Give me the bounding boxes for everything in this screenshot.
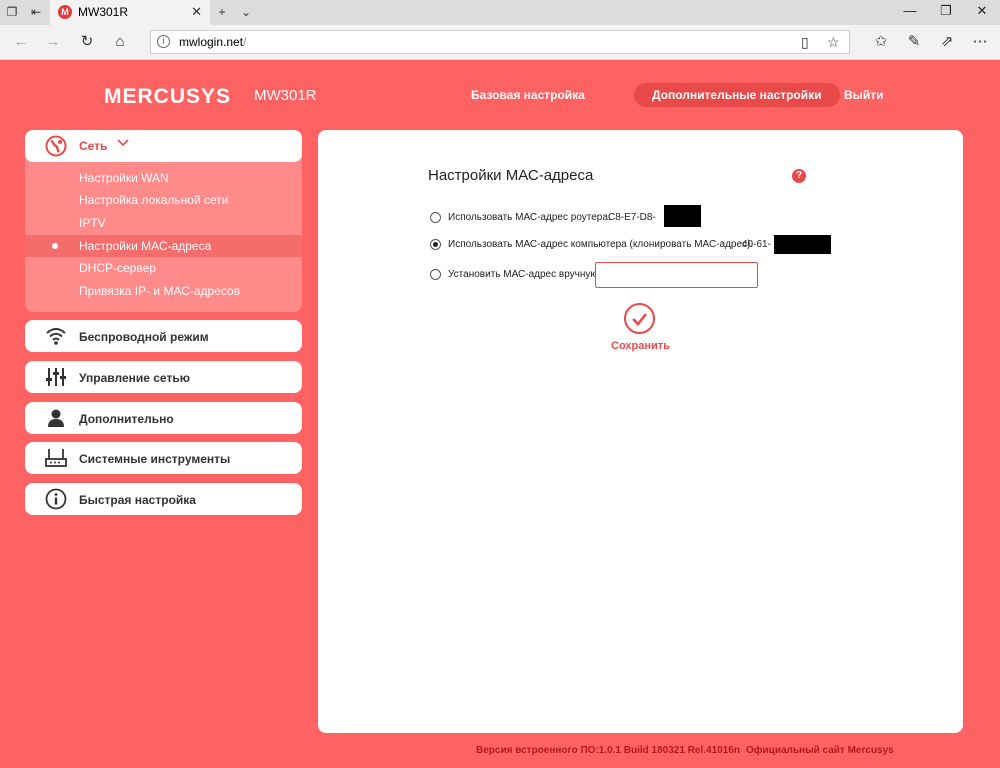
option-router-mac-label: Использовать МАС-адрес роутера: (448, 212, 611, 223)
sidebar-advanced-label: Дополнительно (79, 412, 174, 426)
reading-view-icon[interactable]: ▯ (801, 34, 809, 51)
sidebar-item-advanced[interactable]: Дополнительно (25, 402, 302, 434)
nav-basic-settings[interactable]: Базовая настройка (453, 83, 603, 107)
router-header: MERCUSYS MW301R Базовая настройка Дополн… (0, 60, 1000, 130)
official-site-link[interactable]: Официальный сайт Mercusys (746, 745, 894, 756)
radio-computer-mac[interactable] (430, 239, 441, 250)
sidebar-item-network-control[interactable]: Управление сетью (25, 361, 302, 393)
manual-mac-input[interactable] (595, 262, 758, 288)
user-icon (48, 409, 64, 427)
url-text[interactable]: mwlogin.net/ (179, 35, 246, 49)
forward-icon[interactable]: → (44, 33, 62, 51)
router-mac-value: C8-E7-D8- (608, 212, 656, 223)
sidebar-network-group: Сеть Настройки WAN Настройка локальной с… (25, 130, 302, 312)
save-button[interactable] (624, 303, 655, 334)
sidebar-network-label: Сеть (79, 139, 108, 153)
computer-mac-value: 40-61- (742, 239, 771, 250)
browser-navigation-bar: ← → ↻ ⌂ i mwlogin.net/ ▯ ☆ ✩ ✎ ⇗ ⋯ (0, 25, 1000, 60)
refresh-icon[interactable]: ↻ (78, 33, 96, 51)
radio-router-mac[interactable] (430, 212, 441, 223)
checkmark-icon (632, 313, 648, 326)
redacted-block (774, 235, 831, 254)
restore-icon[interactable]: ❐ (936, 3, 956, 19)
option-manual-mac-label: Установить МАС-адрес вручную: (448, 269, 601, 280)
page-title: Настройки МАС-адреса (428, 167, 594, 184)
site-info-icon[interactable]: i (157, 35, 170, 48)
browser-tab[interactable]: M MW301R ✕ (50, 0, 210, 25)
favorites-icon[interactable]: ✩ (872, 33, 890, 51)
share-icon[interactable]: ⇗ (938, 33, 956, 51)
router-icon (45, 449, 67, 467)
radio-manual-mac[interactable] (430, 269, 441, 280)
address-bar[interactable]: i mwlogin.net/ ▯ ☆ (150, 30, 850, 54)
save-label[interactable]: Сохранить (611, 340, 670, 352)
tab-list-chevron-icon[interactable]: ⌄ (238, 4, 254, 20)
sidebar-item-network[interactable]: Сеть (25, 130, 302, 162)
nav-advanced-settings[interactable]: Дополнительные настройки (634, 83, 840, 107)
sidebar-quick-setup-label: Быстрая настройка (79, 493, 196, 507)
sidebar-item-system-tools[interactable]: Системные инструменты (25, 442, 302, 474)
help-icon[interactable]: ? (792, 169, 806, 183)
nav-logout[interactable]: Выйти (826, 83, 902, 107)
globe-icon (45, 135, 67, 157)
favorite-star-icon[interactable]: ☆ (827, 34, 840, 51)
sidebar-item-wan[interactable]: Настройки WAN (25, 167, 302, 189)
sidebar-network-control-label: Управление сетью (79, 371, 190, 385)
minimize-icon[interactable]: — (900, 3, 920, 18)
more-icon[interactable]: ⋯ (971, 33, 989, 51)
chevron-down-icon (117, 137, 129, 152)
sidebar-item-wireless[interactable]: Беспроводной режим (25, 320, 302, 352)
sidebar-item-lan[interactable]: Настройка локальной сети (25, 189, 302, 211)
back-icon[interactable]: ← (12, 33, 30, 51)
sidebar-item-mac-settings-label: Настройки МАС-адреса (79, 239, 212, 253)
sliders-icon (46, 368, 66, 386)
sidebar-item-iptv[interactable]: IPTV (25, 212, 302, 234)
sidebar-item-dhcp[interactable]: DHCP-сервер (25, 257, 302, 279)
tab-title: MW301R (78, 5, 129, 19)
sidebar-item-ip-mac-binding[interactable]: Привязка IP- и МАС-адресов (25, 280, 302, 302)
browser-tab-bar: ❐ ⇤ M MW301R ✕ + ⌄ — ❐ ✕ (0, 0, 1000, 25)
set-aside-tabs-icon[interactable]: ⇤ (28, 4, 44, 20)
sidebar-system-tools-label: Системные инструменты (79, 452, 231, 466)
tab-close-icon[interactable]: ✕ (191, 4, 202, 20)
option-computer-mac-label: Использовать МАС-адрес компьютера (клони… (448, 239, 754, 250)
active-dot-icon (52, 243, 58, 249)
window-close-icon[interactable]: ✕ (972, 3, 992, 19)
mercusys-logo: MERCUSYS (104, 85, 232, 108)
sidebar-item-quick-setup[interactable]: Быстрая настройка (25, 483, 302, 515)
wifi-icon (46, 328, 66, 345)
tab-actions-icon[interactable]: ❐ (4, 4, 20, 20)
pen-icon[interactable]: ✎ (905, 33, 923, 51)
sidebar-item-mac-settings[interactable]: Настройки МАС-адреса (25, 235, 302, 257)
model-name: MW301R (254, 87, 317, 104)
info-icon (45, 488, 67, 510)
firmware-version: Версия встроенного ПО:1.0.1 Build 180321… (476, 745, 740, 756)
new-tab-icon[interactable]: + (214, 4, 230, 20)
redacted-block (664, 205, 701, 227)
sidebar-wireless-label: Беспроводной режим (79, 330, 209, 344)
mac-settings-panel: Настройки МАС-адреса ? Использовать МАС-… (318, 130, 963, 733)
home-icon[interactable]: ⌂ (111, 33, 129, 51)
mercusys-favicon-icon: M (58, 5, 72, 19)
